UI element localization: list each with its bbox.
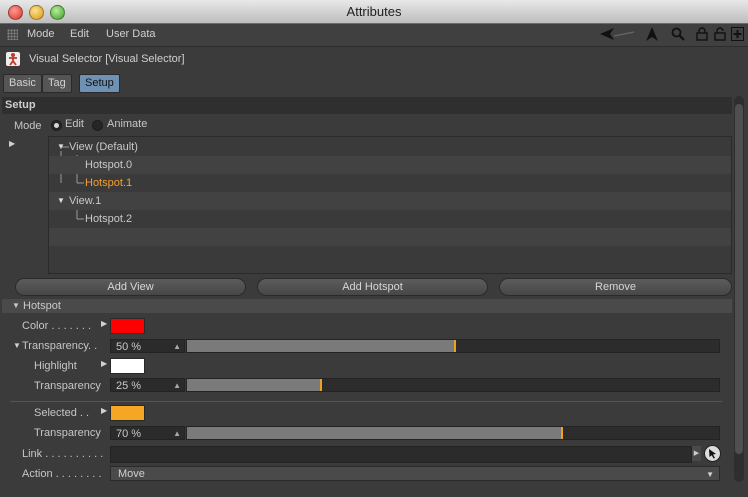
- scrollbar-thumb[interactable]: [735, 104, 743, 454]
- tree-item-hotspot-0[interactable]: Hotspot.0: [49, 156, 731, 174]
- slider-handle[interactable]: [561, 427, 563, 439]
- selected-transparency-slider[interactable]: [186, 426, 720, 440]
- tree-item-view-default[interactable]: ▼ View (Default): [49, 138, 731, 156]
- tree-item-label: Hotspot.0: [85, 159, 133, 171]
- expanded-triangle-icon[interactable]: ▼: [57, 192, 65, 210]
- highlight-transparency-label: Transparency: [34, 380, 101, 392]
- highlight-color-swatch[interactable]: [110, 358, 145, 374]
- tree-item-hotspot-1[interactable]: Hotspot.1: [49, 174, 731, 192]
- expanded-triangle-icon[interactable]: ▼: [13, 341, 21, 350]
- menu-mode[interactable]: Mode: [27, 28, 55, 40]
- search-icon[interactable]: [671, 27, 685, 44]
- tree-item-view-1[interactable]: ▼ View.1: [49, 192, 731, 210]
- window-title: Attributes: [346, 4, 402, 19]
- highlight-transparency-value: 25 %: [116, 380, 142, 392]
- stepper-icon[interactable]: ▲: [173, 379, 181, 393]
- tab-basic[interactable]: Basic: [3, 74, 42, 93]
- divider: [10, 401, 722, 402]
- transparency-input[interactable]: 50 % ▲: [110, 339, 185, 353]
- stepper-icon[interactable]: ▲: [173, 340, 181, 354]
- view-hotspot-tree[interactable]: ▼ View (Default) Hotspot.0 Hotspot.1 ▼ V…: [48, 136, 732, 274]
- grip-icon[interactable]: [7, 29, 18, 40]
- color-label: Color . . . . . . .: [22, 320, 92, 332]
- slider-fill: [187, 427, 562, 439]
- mode-edit-label: Edit: [65, 118, 84, 130]
- link-arrow-icon[interactable]: ▶: [692, 446, 701, 461]
- expand-triangle-icon[interactable]: ▶: [101, 406, 107, 415]
- transparency-value: 50 %: [116, 341, 142, 353]
- action-select[interactable]: Move ▼: [110, 466, 720, 481]
- setup-section-header: Setup: [2, 97, 732, 114]
- selected-transparency-value: 70 %: [116, 428, 142, 440]
- hotspot-section-header[interactable]: ▼ Hotspot: [2, 299, 732, 313]
- back-arrow-icon[interactable]: [600, 27, 636, 44]
- tab-setup[interactable]: Setup: [79, 74, 120, 93]
- tab-tag[interactable]: Tag: [42, 74, 72, 93]
- expanded-triangle-icon[interactable]: ▼: [57, 138, 65, 156]
- slider-fill: [187, 379, 321, 391]
- add-hotspot-button[interactable]: Add Hotspot: [257, 278, 488, 296]
- mode-edit-radio[interactable]: [51, 120, 62, 131]
- action-value: Move: [118, 468, 145, 480]
- transparency-slider[interactable]: [186, 339, 720, 353]
- highlight-label: Highlight: [34, 360, 77, 372]
- selected-transparency-input[interactable]: 70 % ▲: [110, 426, 185, 440]
- hotspot-header-label: Hotspot: [23, 300, 61, 312]
- object-title: Visual Selector [Visual Selector]: [29, 53, 185, 65]
- tree-item-label: View.1: [69, 195, 102, 207]
- add-view-button[interactable]: Add View: [15, 278, 246, 296]
- slider-handle[interactable]: [454, 340, 456, 352]
- menu-edit[interactable]: Edit: [70, 28, 89, 40]
- visual-selector-icon: [6, 52, 20, 66]
- lock-icon[interactable]: [696, 27, 708, 44]
- new-panel-icon[interactable]: [731, 27, 744, 44]
- lock-alt-icon[interactable]: [714, 27, 726, 44]
- selected-color-swatch[interactable]: [110, 405, 145, 421]
- menu-user-data[interactable]: User Data: [106, 28, 156, 40]
- transparency-label: Transparency. .: [22, 340, 98, 352]
- mode-animate-radio[interactable]: [92, 120, 103, 131]
- mode-animate-label: Animate: [107, 118, 148, 130]
- expanded-triangle-icon[interactable]: ▼: [12, 299, 20, 313]
- expand-triangle-icon[interactable]: ▶: [9, 139, 15, 148]
- menu-bar: Mode Edit User Data: [0, 24, 748, 47]
- tree-item-label-selected: Hotspot.1: [85, 177, 133, 189]
- slider-fill: [187, 340, 455, 352]
- tree-empty-row: [49, 228, 731, 246]
- expand-triangle-icon[interactable]: ▶: [101, 359, 107, 368]
- action-label: Action . . . . . . . .: [22, 468, 102, 480]
- chevron-down-icon: ▼: [706, 470, 714, 479]
- stepper-icon[interactable]: ▲: [173, 427, 181, 441]
- tree-item-label: Hotspot.2: [85, 213, 133, 225]
- link-field[interactable]: [110, 446, 692, 463]
- selected-label: Selected . .: [34, 407, 90, 419]
- up-arrow-icon[interactable]: [646, 27, 658, 44]
- highlight-transparency-input[interactable]: 25 % ▲: [110, 378, 185, 392]
- selected-transparency-label: Transparency: [34, 427, 101, 439]
- mode-label: Mode: [14, 120, 42, 132]
- highlight-transparency-slider[interactable]: [186, 378, 720, 392]
- slider-handle[interactable]: [320, 379, 322, 391]
- tree-item-hotspot-2[interactable]: Hotspot.2: [49, 210, 731, 228]
- color-swatch[interactable]: [110, 318, 145, 334]
- expand-triangle-icon[interactable]: ▶: [101, 319, 107, 328]
- tree-item-label: View (Default): [69, 141, 138, 153]
- remove-button[interactable]: Remove: [499, 278, 732, 296]
- link-label: Link . . . . . . . . . .: [22, 448, 104, 460]
- title-bar: Attributes: [0, 0, 748, 24]
- pick-object-icon[interactable]: [704, 445, 721, 462]
